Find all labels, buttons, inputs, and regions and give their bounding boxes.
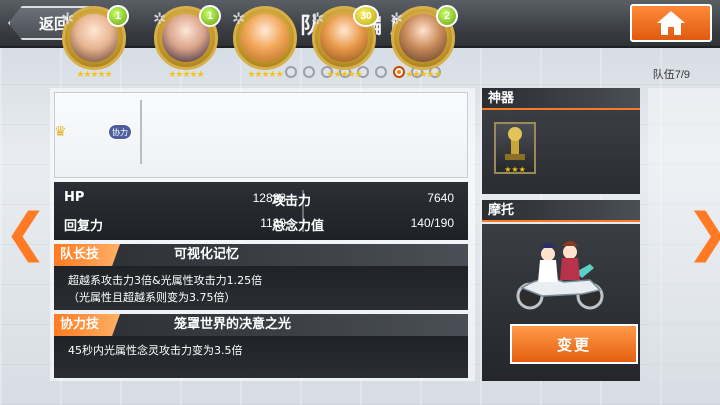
star-icon: ✲ bbox=[311, 9, 325, 28]
level-badge: 1 bbox=[107, 5, 129, 27]
recovery-label: 回复力 bbox=[64, 219, 104, 234]
bike-area: 变更 bbox=[482, 224, 640, 381]
leader-skill-header: 队长技 可视化记忆 bbox=[54, 244, 468, 266]
attack-label: 攻击力 bbox=[272, 194, 312, 209]
total-power-value: 140/190 bbox=[410, 216, 454, 230]
relic-area: ★★★ bbox=[482, 110, 640, 194]
character-slot-4[interactable]: ✲ 30 bbox=[311, 5, 379, 70]
relic-header: 神器 bbox=[482, 88, 640, 110]
rarity-stars: ★★★★★ bbox=[76, 70, 112, 80]
attack-value: 7640 bbox=[427, 191, 454, 205]
leader-skill-line-1: 超越系攻击力3倍&光属性攻击力1.25倍 bbox=[68, 274, 263, 287]
rarity-stars: ★★★★★ bbox=[168, 70, 204, 80]
relic-slot[interactable]: ★★★ bbox=[494, 122, 536, 174]
crown-icon: ♛ bbox=[54, 124, 67, 140]
assist-skill-tag: 协力技 bbox=[54, 314, 120, 336]
character-slot-2[interactable]: ✲ 1 bbox=[153, 5, 221, 70]
home-button[interactable] bbox=[630, 4, 712, 42]
bike-header: 摩托 bbox=[482, 200, 640, 222]
leader-skill-line-2: （光属性且超越系则变为3.75倍） bbox=[68, 291, 236, 304]
star-icon: ✲ bbox=[390, 9, 404, 28]
leader-skill-description: 超越系攻击力3倍&光属性攻击力1.25倍 （光属性且超越系则变为3.75倍） bbox=[54, 266, 468, 310]
rarity-stars: ★★★★★ bbox=[247, 70, 283, 80]
assist-skill-header: 协力技 笼罩世界的决意之光 bbox=[54, 314, 468, 336]
character-portrait bbox=[241, 14, 289, 62]
star-icon: ✲ bbox=[61, 9, 75, 28]
character-slot-leader[interactable]: ✲ 1 bbox=[61, 5, 129, 70]
character-slot-5[interactable]: ✲ 2 bbox=[390, 5, 458, 70]
star-icon: ✲ bbox=[232, 9, 246, 28]
hp-label: HP bbox=[64, 190, 85, 205]
rarity-stars: ★★★★★ bbox=[326, 70, 362, 80]
assist-skill-line-1: 45秒内光属性念灵攻击力变为3.5倍 bbox=[68, 344, 243, 357]
level-badge: 1 bbox=[199, 5, 221, 27]
next-team-arrow-icon[interactable]: ❯ bbox=[686, 204, 720, 262]
change-button[interactable]: 变更 bbox=[510, 324, 638, 364]
relic-icon bbox=[505, 127, 525, 160]
previous-team-arrow-icon[interactable]: ❮ bbox=[4, 204, 48, 262]
relic-stars: ★★★ bbox=[504, 165, 526, 174]
right-panel: 神器 ★★★ 摩托 变更 bbox=[482, 88, 640, 381]
assist-skill-name: 笼罩世界的决意之光 bbox=[174, 317, 292, 332]
home-icon bbox=[657, 11, 685, 35]
total-power-label: 总念力值 bbox=[272, 219, 325, 234]
team-count: 队伍7/9 bbox=[652, 69, 690, 81]
assist-skill-description: 45秒内光属性念灵攻击力变为3.5倍 bbox=[54, 336, 468, 378]
level-badge: 30 bbox=[353, 5, 379, 27]
level-badge: 2 bbox=[436, 5, 458, 27]
divider bbox=[140, 100, 142, 164]
rarity-stars: ★★★★★ bbox=[405, 70, 441, 80]
star-icon: ✲ bbox=[153, 9, 167, 28]
motorcycle-image bbox=[516, 241, 604, 310]
assist-tag: 协力 bbox=[108, 124, 132, 140]
leader-skill-tag: 队长技 bbox=[54, 244, 120, 266]
character-slot-3[interactable]: ✲ bbox=[232, 6, 297, 70]
leader-skill-name: 可视化记忆 bbox=[174, 247, 240, 262]
stats-panel: HP 12828 回复力 1189 攻击力 7640 总念力值 140/190 bbox=[54, 182, 468, 240]
